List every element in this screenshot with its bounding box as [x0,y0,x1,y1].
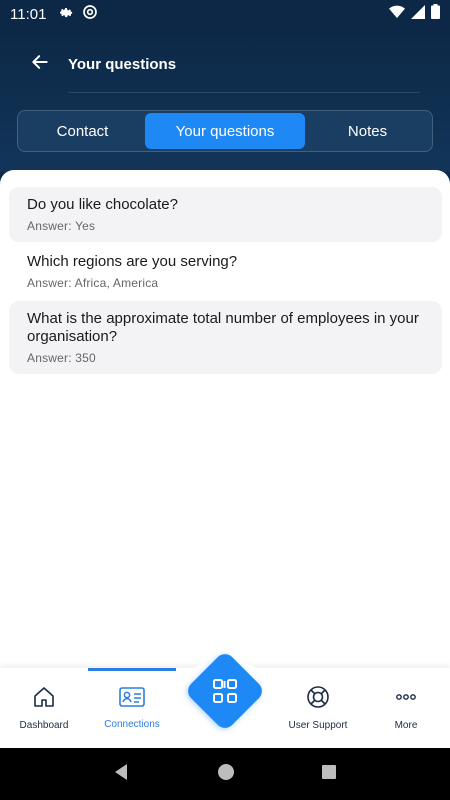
nav-label: Connections [104,719,160,730]
android-back-button[interactable] [113,763,131,786]
question-item: Do you like chocolate? Answer: Yes [9,187,442,242]
header-divider [68,92,420,93]
nav-label: User Support [288,720,348,731]
nav-label: Dashboard [19,720,69,731]
home-icon [32,685,56,714]
android-nav-bar [0,748,450,800]
segmented-tabs: Contact Your questions Notes [17,110,433,152]
more-dots-icon [394,685,418,714]
status-right-group [389,4,440,24]
tab-notes[interactable]: Notes [305,113,430,149]
arrow-left-icon [30,52,50,77]
nav-user-support[interactable]: User Support [274,668,362,748]
status-time: 11:01 [10,5,47,23]
circle-home-icon [217,763,235,786]
triangle-back-icon [113,763,131,786]
battery-icon [431,4,440,24]
nav-label: More [394,720,418,731]
signal-icon [411,4,425,24]
nav-dashboard[interactable]: Dashboard [0,668,88,748]
android-home-button[interactable] [217,763,235,786]
question-text: What is the approximate total number of … [27,310,419,345]
gear-icon [58,4,74,25]
answer-text: Answer: Yes [27,219,96,233]
tab-your-questions[interactable]: Your questions [145,113,305,149]
contact-card-icon [119,686,145,713]
tab-contact[interactable]: Contact [20,113,145,149]
main-content: Do you like chocolate? Answer: Yes Which… [0,170,450,668]
answer-text: Answer: 350 [27,351,96,365]
nav-connections[interactable]: Connections [88,668,176,748]
answer-text: Answer: Africa, America [27,276,159,290]
question-text: Do you like chocolate? [27,196,178,213]
question-list: Do you like chocolate? Answer: Yes Which… [9,187,442,376]
question-item: What is the approximate total number of … [9,301,442,374]
square-recents-icon [321,764,337,785]
at-sign-icon [82,4,98,25]
header-row: Your questions [0,48,450,80]
question-item: Which regions are you serving? Answer: A… [9,244,442,299]
back-button[interactable] [20,48,60,80]
app-header: Your questions Contact Your questions No… [0,28,450,172]
status-bar: 11:01 [0,0,450,28]
android-recents-button[interactable] [321,764,337,785]
wifi-icon [389,5,405,24]
nav-more[interactable]: More [362,668,450,748]
qr-code-icon[interactable] [211,677,239,705]
page-title: Your questions [68,55,177,73]
question-text: Which regions are you serving? [27,253,238,270]
lifebuoy-icon [306,685,330,714]
